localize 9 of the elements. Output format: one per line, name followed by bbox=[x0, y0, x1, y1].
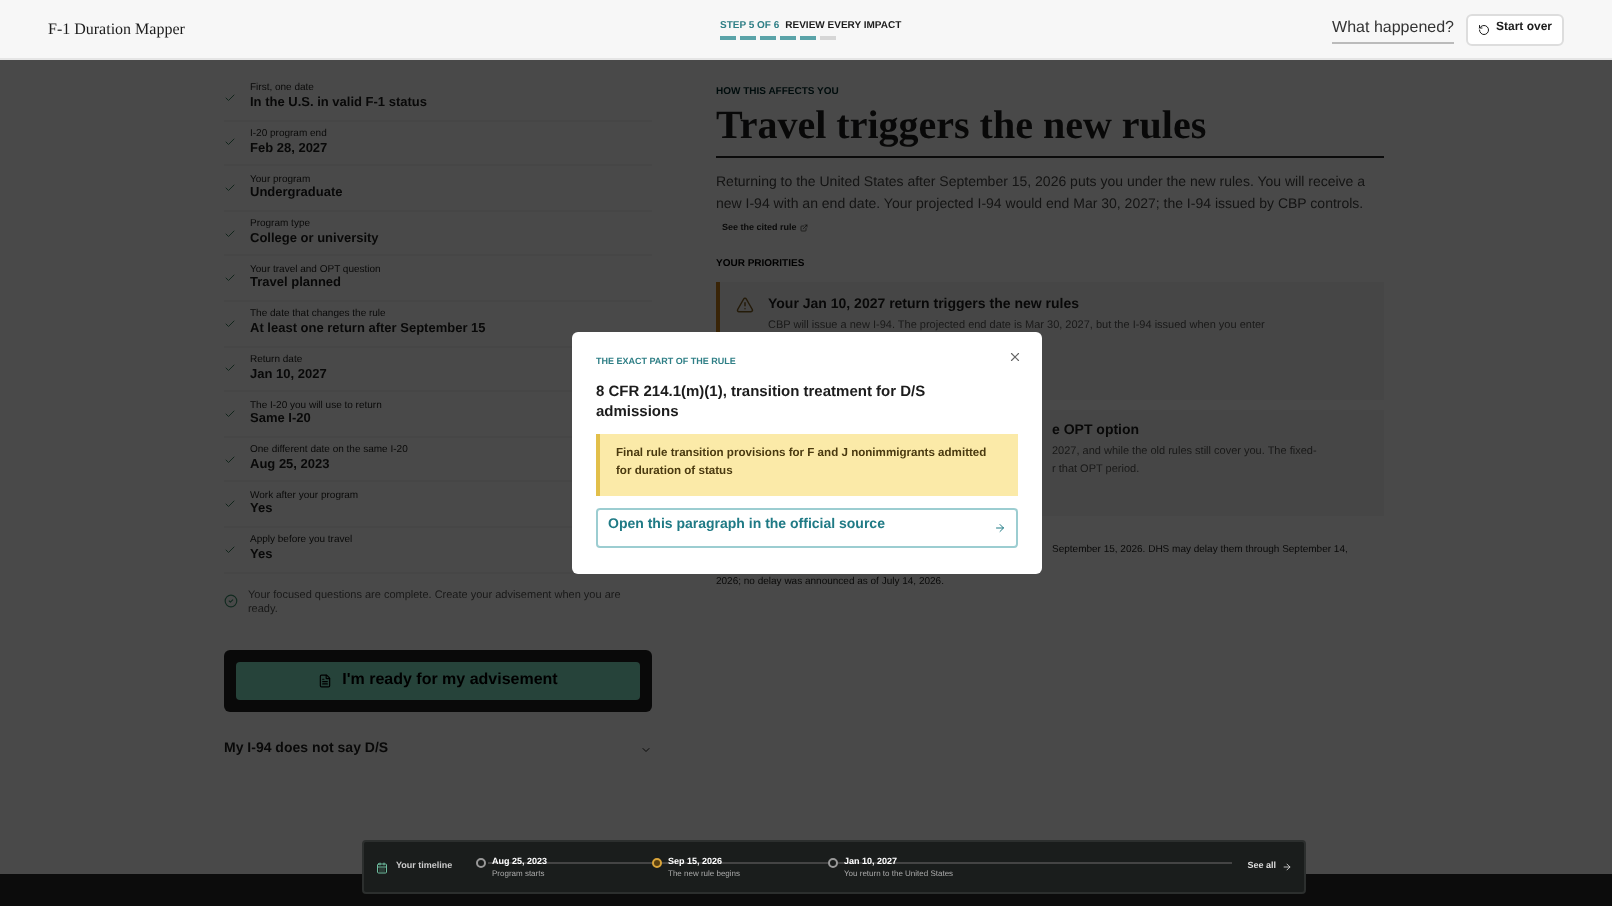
close-icon bbox=[1008, 350, 1022, 364]
calendar-icon bbox=[376, 861, 388, 873]
what-happened-link[interactable]: What happened? bbox=[1332, 15, 1454, 43]
page-title: Travel triggers the new rules bbox=[716, 101, 1209, 149]
app-logo: F-1 Duration Mapper bbox=[48, 17, 187, 41]
arrow-right-icon bbox=[1282, 862, 1292, 872]
arrow-right-icon bbox=[994, 521, 1006, 534]
reset-icon bbox=[1477, 23, 1490, 35]
close-button[interactable] bbox=[1008, 350, 1022, 364]
